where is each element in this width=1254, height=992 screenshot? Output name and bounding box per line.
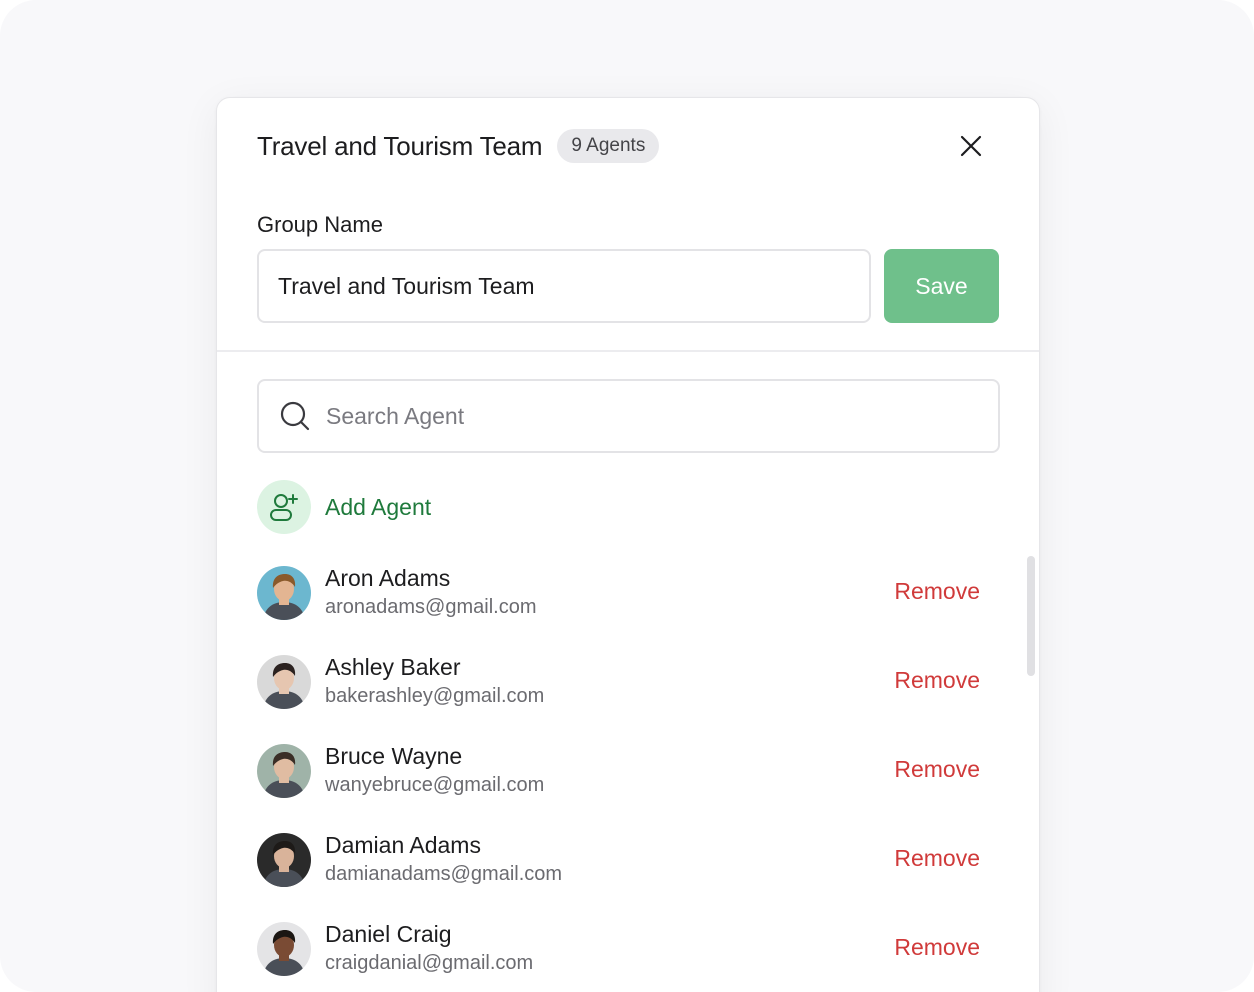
agent-email: wanyebruce@gmail.com [325,774,545,796]
add-agent-button[interactable]: Add Agent [257,480,431,534]
avatar [257,566,311,620]
avatar [257,744,311,798]
remove-agent-button[interactable]: Remove [894,756,980,783]
agent-email: bakerashley@gmail.com [325,685,545,707]
agent-name: Ashley Baker [325,654,461,680]
agent-list: Aron Adams aronadams@gmail.com Remove As… [257,564,1002,992]
remove-agent-button[interactable]: Remove [894,578,980,605]
avatar [257,833,311,887]
edit-group-modal: Travel and Tourism Team 9 Agents Group N… [216,97,1040,992]
agent-info: Bruce Wayne wanyebruce@gmail.com [325,742,544,797]
search-placeholder: Search Agent [326,402,465,429]
agent-row: Ashley Baker bakerashley@gmail.com Remov… [257,653,1002,742]
agent-info: Ashley Baker bakerashley@gmail.com [325,653,544,708]
modal-header: Travel and Tourism Team 9 Agents [257,126,660,166]
agent-row: Damian Adams damianadams@gmail.com Remov… [257,831,1002,920]
add-agent-label: Add Agent [325,493,432,520]
agent-row: Bruce Wayne wanyebruce@gmail.com Remove [257,742,1002,831]
agent-info: Damian Adams damianadams@gmail.com [325,831,562,886]
avatar [257,922,311,976]
search-icon [279,400,311,432]
remove-agent-button[interactable]: Remove [894,845,980,872]
close-button[interactable] [955,130,987,162]
close-icon [960,135,982,157]
remove-agent-button[interactable]: Remove [894,667,980,694]
save-button[interactable]: Save [884,249,999,323]
agent-email: craigdanial@gmail.com [325,952,534,974]
group-name-value: Travel and Tourism Team [278,272,535,299]
avatar [257,655,311,709]
agent-name: Bruce Wayne [325,743,463,769]
agent-email: damianadams@gmail.com [325,863,563,885]
agent-name: Aron Adams [325,565,451,591]
group-name-input[interactable]: Travel and Tourism Team [257,249,871,323]
section-divider [217,350,1039,352]
agent-info: Daniel Craig craigdanial@gmail.com [325,920,533,975]
add-user-icon [257,480,311,534]
search-agent-input[interactable]: Search Agent [257,379,1000,453]
agent-row: Aron Adams aronadams@gmail.com Remove [257,564,1002,653]
agent-count-badge: 9 Agents [557,129,660,163]
agent-info: Aron Adams aronadams@gmail.com [325,564,537,619]
agent-name: Damian Adams [325,832,481,858]
agent-email: aronadams@gmail.com [325,596,537,618]
agent-name: Daniel Craig [325,921,452,947]
modal-title: Travel and Tourism Team [257,130,543,161]
page-background: Travel and Tourism Team 9 Agents Group N… [0,0,1254,992]
group-name-label: Group Name [257,212,383,237]
agent-row: Daniel Craig craigdanial@gmail.com Remov… [257,920,1002,992]
list-scrollbar[interactable] [1027,556,1035,676]
remove-agent-button[interactable]: Remove [894,934,980,961]
